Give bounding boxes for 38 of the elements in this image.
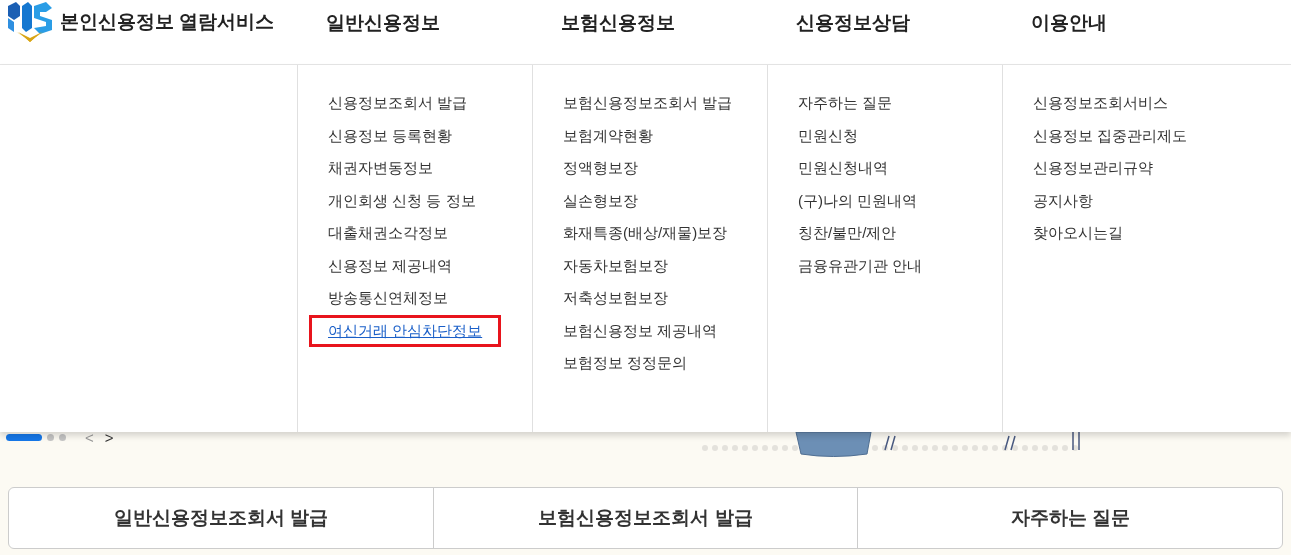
submenu-link[interactable]: 대출채권소각정보 bbox=[309, 217, 467, 250]
submenu-link[interactable]: (구)나의 민원내역 bbox=[779, 184, 937, 217]
nav-menu-item[interactable]: 보험신용정보 bbox=[561, 12, 675, 33]
submenu-link[interactable]: 저축성보험보장 bbox=[544, 282, 687, 315]
submenu-link[interactable]: 보험정보 정정문의 bbox=[544, 347, 707, 380]
logo-icon bbox=[6, 2, 54, 42]
nav-menu-item[interactable]: 이용안내 bbox=[1031, 12, 1107, 33]
submenu-link[interactable]: 금융유관기관 안내 bbox=[779, 249, 942, 282]
submenu-link[interactable]: 민원신청 bbox=[779, 119, 877, 152]
submenu-link[interactable]: 보험신용정보 제공내역 bbox=[544, 314, 737, 347]
submenu-link[interactable]: 채권자변동정보 bbox=[309, 152, 452, 185]
submenu-link[interactable]: 보험계약현황 bbox=[544, 119, 672, 152]
submenu-link[interactable]: 공지사항 bbox=[1014, 184, 1112, 217]
submenu-link[interactable]: 방송통신연체정보 bbox=[309, 282, 467, 315]
next-button[interactable]: > bbox=[104, 429, 114, 445]
submenu-link[interactable]: 칭찬/불만/제안 bbox=[779, 217, 916, 250]
nav-menu-item[interactable]: 신용정보상담 bbox=[796, 12, 910, 33]
submenu-link[interactable]: 화재특종(배상/재물)보장 bbox=[544, 217, 747, 250]
quick-link-button[interactable]: 일반신용정보조회서 발급 bbox=[9, 488, 433, 548]
submenu-link[interactable]: 신용정보 등록현황 bbox=[309, 119, 472, 152]
quick-link-button[interactable]: 자주하는 질문 bbox=[857, 488, 1282, 548]
submenu-link[interactable]: 찾아오시는길 bbox=[1014, 217, 1142, 250]
submenu-link[interactable]: 자동차보험보장 bbox=[544, 249, 687, 282]
submenu-link[interactable]: 민원신청내역 bbox=[779, 152, 907, 185]
submenu-link[interactable]: 신용정보관리규약 bbox=[1014, 152, 1172, 185]
submenu-link[interactable]: 신용정보조회서 발급 bbox=[309, 87, 487, 120]
quick-link-button[interactable]: 보험신용정보조회서 발급 bbox=[432, 488, 858, 548]
submenu-link[interactable]: 여신거래 안심차단정보 bbox=[309, 314, 502, 347]
submenu-link[interactable]: 정액형보장 bbox=[544, 152, 657, 185]
submenu-link[interactable]: 보험신용정보조회서 발급 bbox=[544, 87, 752, 120]
submenu-link[interactable]: 신용정보 제공내역 bbox=[309, 249, 472, 282]
nav-menu-item[interactable]: 일반신용정보 bbox=[326, 12, 440, 33]
submenu-link[interactable]: 신용정보조회서비스 bbox=[1014, 87, 1187, 120]
submenu-link[interactable]: 신용정보 집중관리제도 bbox=[1014, 119, 1207, 152]
submenu-link[interactable]: 개인회생 신청 등 정보 bbox=[309, 184, 495, 217]
site-title[interactable]: 본인신용정보 열람서비스 bbox=[60, 7, 275, 37]
submenu-link[interactable]: 실손형보장 bbox=[544, 184, 657, 217]
submenu-link[interactable]: 자주하는 질문 bbox=[779, 87, 912, 120]
